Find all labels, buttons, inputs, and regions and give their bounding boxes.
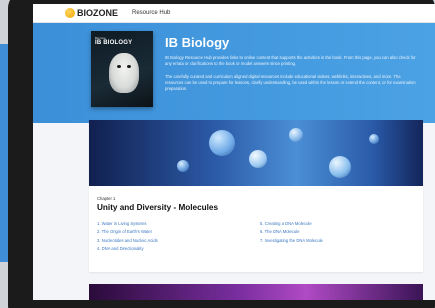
chapter-banner-image	[89, 120, 423, 186]
hero-description-2: The carefully curated and curriculum ali…	[165, 74, 416, 91]
molecule-sphere	[329, 156, 351, 178]
resource-hub-title[interactable]: Resource Hub	[132, 10, 170, 16]
top-navigation-bar: BIOZONE Resource Hub	[33, 4, 435, 23]
chapter-title: Unity and Diversity - Molecules	[97, 203, 219, 212]
owl-eye-left	[117, 65, 121, 68]
hero-description-1: IB Biology Resource Hub provides links t…	[165, 55, 416, 66]
molecule-sphere	[177, 160, 189, 172]
hero-banner: Biozone IB BIOLOGY IB Biology IB Biology…	[33, 23, 435, 123]
page-title: IB Biology	[165, 35, 230, 50]
topic-list-left: 1. Water in Living Systems 2. The Origin…	[97, 220, 237, 253]
topic-list-right: 5. Creating a DNA Molecule 6. The DNA Mo…	[260, 220, 400, 245]
chapter-number: Chapter 1	[97, 196, 116, 201]
topic-link[interactable]: 4. DNA and Directionality	[97, 245, 237, 253]
chapter-card: Chapter 1 Unity and Diversity - Molecule…	[89, 120, 423, 272]
tablet-screen: BIOZONE Resource Hub Biozone IB BIOLOGY …	[33, 4, 435, 300]
molecule-sphere	[249, 150, 267, 168]
next-chapter-banner-image	[89, 284, 423, 300]
logo-text: BIOZONE	[77, 8, 119, 18]
topic-link[interactable]: 3. Nucleotides and Nucleic Acids	[97, 237, 237, 245]
tablet-frame: BIOZONE Resource Hub Biozone IB BIOLOGY …	[8, 0, 435, 308]
topic-link[interactable]: 7. Investigating the DNA Molecule	[260, 237, 400, 245]
molecule-sphere	[289, 128, 303, 142]
owl-eye-right	[127, 65, 131, 68]
owl-illustration	[109, 53, 139, 93]
biozone-logo-icon	[65, 8, 75, 18]
topic-link[interactable]: 2. The Origin of Earth's Water	[97, 228, 237, 236]
topic-link[interactable]: 6. The DNA Molecule	[260, 228, 400, 236]
biozone-logo[interactable]: BIOZONE	[65, 8, 118, 18]
book-cover-title: IB BIOLOGY	[95, 40, 133, 46]
molecule-sphere	[369, 134, 379, 144]
topic-link[interactable]: 5. Creating a DNA Molecule	[260, 220, 400, 228]
book-cover-image: Biozone IB BIOLOGY	[91, 31, 153, 107]
topic-link[interactable]: 1. Water in Living Systems	[97, 220, 237, 228]
molecule-sphere	[209, 130, 235, 156]
